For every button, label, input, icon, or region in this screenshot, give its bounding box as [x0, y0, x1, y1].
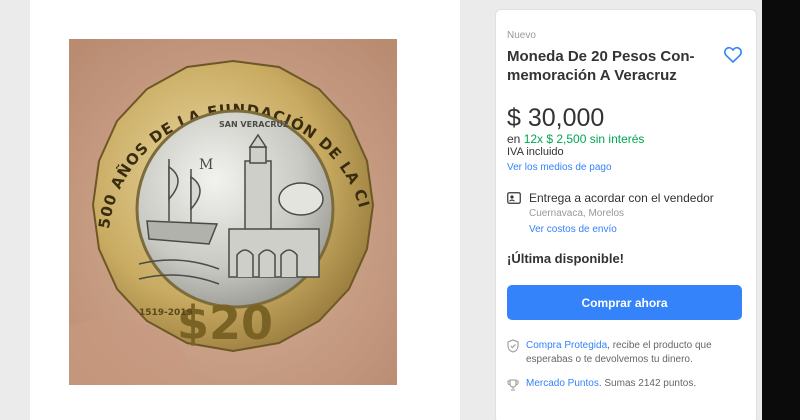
purchase-panel: Nuevo Moneda De 20 Pesos Con-memoración …: [495, 9, 757, 420]
shipping-costs-link[interactable]: Ver costos de envío: [529, 224, 617, 235]
installments: en 12x $ 2,500 sin interés: [507, 132, 644, 146]
window-edge: [762, 0, 800, 420]
buy-now-button[interactable]: Comprar ahora: [507, 285, 742, 320]
protected-purchase-link[interactable]: Compra Protegida: [526, 340, 607, 351]
heart-icon[interactable]: [723, 45, 743, 65]
product-title: Moneda De 20 Pesos Con-memoración A Vera…: [507, 48, 695, 84]
payment-methods-link[interactable]: Ver los medios de pago: [507, 162, 612, 173]
loyalty-points-link[interactable]: Mercado Puntos: [526, 378, 599, 389]
iva-label: IVA incluido: [507, 146, 564, 158]
protected-purchase-text: Compra Protegida, recibe el producto que…: [526, 339, 746, 367]
price: $ 30,000: [507, 104, 605, 132]
product-photo[interactable]: 500 AÑOS DE LA FUNDACIÓN DE LA CIUDAD Y …: [69, 39, 397, 385]
coin-denomination: $20: [177, 296, 273, 350]
page-background: 500 AÑOS DE LA FUNDACIÓN DE LA CIUDAD Y …: [0, 0, 762, 420]
delivery-title: Entrega a acordar con el vendedor: [529, 191, 714, 205]
id-card-icon: [507, 191, 521, 204]
coin-inner-text: SAN VERACRUZ: [219, 120, 289, 129]
coin-image: 500 AÑOS DE LA FUNDACIÓN DE LA CIUDAD Y …: [69, 39, 397, 385]
condition-label: Nuevo: [507, 30, 536, 41]
trophy-icon: [507, 378, 519, 391]
coin-mint-mark: M: [199, 157, 213, 173]
coin-years: 1519-2019: [139, 308, 193, 318]
stock-status: ¡Última disponible!: [507, 251, 624, 266]
delivery-city: Cuernavaca, Morelos: [529, 208, 625, 219]
loyalty-points-desc: . Sumas 2142 puntos.: [598, 378, 697, 389]
loyalty-points-text: Mercado Puntos. Sumas 2142 puntos.: [526, 378, 696, 389]
installments-prefix: en: [507, 132, 524, 146]
installments-amount: 12x $ 2,500 sin interés: [523, 132, 645, 146]
image-gallery: 500 AÑOS DE LA FUNDACIÓN DE LA CIUDAD Y …: [30, 0, 460, 420]
shield-icon: [507, 339, 519, 353]
